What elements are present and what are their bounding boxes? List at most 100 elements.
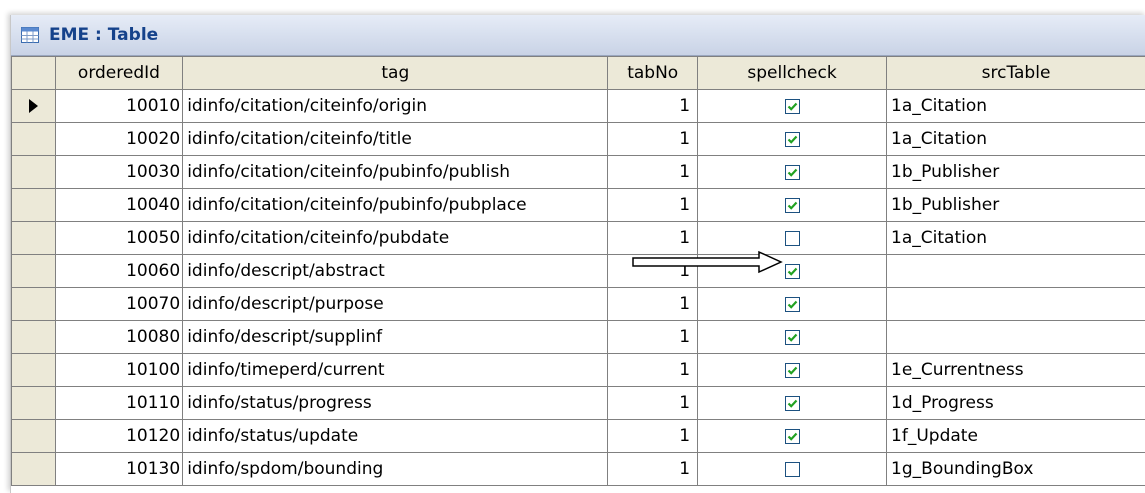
table-window: EME : Table orderedId tag tabNo spellche… bbox=[10, 15, 1145, 493]
table-row[interactable]: 10040 idinfo/citation/citeinfo/pubinfo/pu… bbox=[11, 188, 1145, 222]
spellcheck-checkbox[interactable] bbox=[784, 461, 800, 477]
spellcheck-checkbox[interactable] bbox=[784, 296, 800, 312]
record-selector[interactable] bbox=[11, 419, 56, 453]
table-row[interactable]: 10030 idinfo/citation/citeinfo/pubinfo/pu… bbox=[11, 155, 1145, 189]
column-header-tabNo[interactable]: tabNo bbox=[607, 56, 699, 90]
cell-tag[interactable]: idinfo/citation/citeinfo/pubinfo/pubplac… bbox=[182, 188, 609, 222]
column-header-spellcheck[interactable]: spellcheck bbox=[697, 56, 888, 90]
cell-tag[interactable]: idinfo/spdom/bounding bbox=[182, 452, 609, 486]
record-selector[interactable] bbox=[11, 155, 56, 189]
cell-tag[interactable]: idinfo/descript/purpose bbox=[182, 287, 609, 321]
record-selector[interactable] bbox=[11, 287, 56, 321]
table-row[interactable]: 10070 idinfo/descript/purpose 1 bbox=[11, 287, 1145, 321]
cell-srcTable[interactable] bbox=[886, 320, 1145, 354]
cell-srcTable[interactable]: 1g_BoundingBox bbox=[886, 452, 1145, 486]
record-selector[interactable] bbox=[11, 221, 56, 255]
cell-srcTable[interactable]: 1f_Update bbox=[886, 419, 1145, 453]
record-selector[interactable] bbox=[11, 89, 56, 123]
cell-tag[interactable]: idinfo/status/update bbox=[182, 419, 609, 453]
cell-orderedId[interactable]: 10020 bbox=[54, 122, 184, 156]
cell-tag[interactable]: idinfo/timeperd/current bbox=[182, 353, 609, 387]
table-row[interactable]: 10110 idinfo/status/progress 1 1d_Progress bbox=[11, 386, 1145, 420]
cell-tag[interactable]: idinfo/citation/citeinfo/pubinfo/publish bbox=[182, 155, 609, 189]
cell-tabNo[interactable]: 1 bbox=[607, 287, 699, 321]
cell-srcTable[interactable] bbox=[886, 287, 1145, 321]
cell-orderedId[interactable]: 10130 bbox=[54, 452, 184, 486]
cell-tabNo[interactable]: 1 bbox=[607, 353, 699, 387]
cell-tabNo[interactable]: 1 bbox=[607, 89, 699, 123]
cell-srcTable[interactable]: 1b_Publisher bbox=[886, 155, 1145, 189]
spellcheck-checkbox[interactable] bbox=[784, 263, 800, 279]
spellcheck-checkbox[interactable] bbox=[784, 329, 800, 345]
cell-orderedId[interactable]: 10030 bbox=[54, 155, 184, 189]
cell-tabNo[interactable]: 1 bbox=[607, 254, 699, 288]
cell-srcTable[interactable]: 1e_Currentness bbox=[886, 353, 1145, 387]
cell-tag[interactable]: idinfo/descript/abstract bbox=[182, 254, 609, 288]
table-row[interactable]: 10130 idinfo/spdom/bounding 1 1g_BoundingBo… bbox=[11, 452, 1145, 486]
cell-orderedId[interactable]: 10060 bbox=[54, 254, 184, 288]
cell-spellcheck bbox=[697, 188, 888, 222]
cell-tag[interactable]: idinfo/status/progress bbox=[182, 386, 609, 420]
spellcheck-checkbox[interactable] bbox=[784, 230, 800, 246]
cell-srcTable[interactable]: 1a_Citation bbox=[886, 122, 1145, 156]
cell-tabNo[interactable]: 1 bbox=[607, 419, 699, 453]
cell-orderedId[interactable]: 10050 bbox=[54, 221, 184, 255]
table-row[interactable]: 10060 idinfo/descript/abstract 1 bbox=[11, 254, 1145, 288]
datasheet-grid: orderedId tag tabNo spellcheck srcTable … bbox=[11, 56, 1145, 493]
record-selector[interactable] bbox=[11, 122, 56, 156]
cell-spellcheck bbox=[697, 221, 888, 255]
table-row[interactable]: 10120 idinfo/status/update 1 1f_Update bbox=[11, 419, 1145, 453]
cell-orderedId[interactable]: 10100 bbox=[54, 353, 184, 387]
column-header-srcTable[interactable]: srcTable bbox=[886, 56, 1145, 90]
cell-srcTable[interactable]: 1b_Publisher bbox=[886, 188, 1145, 222]
cell-spellcheck bbox=[697, 122, 888, 156]
cell-orderedId[interactable]: 10010 bbox=[54, 89, 184, 123]
cell-orderedId[interactable]: 10110 bbox=[54, 386, 184, 420]
select-all-corner[interactable] bbox=[11, 56, 56, 90]
cell-tag[interactable]: idinfo/citation/citeinfo/origin bbox=[182, 89, 609, 123]
table-row[interactable]: 10080 idinfo/descript/supplinf 1 bbox=[11, 320, 1145, 354]
cell-orderedId[interactable]: 10070 bbox=[54, 287, 184, 321]
cell-spellcheck bbox=[697, 419, 888, 453]
spellcheck-checkbox[interactable] bbox=[784, 428, 800, 444]
cell-tabNo[interactable]: 1 bbox=[607, 188, 699, 222]
table-icon bbox=[21, 27, 39, 43]
spellcheck-checkbox[interactable] bbox=[784, 131, 800, 147]
cell-tag[interactable]: idinfo/citation/citeinfo/pubdate bbox=[182, 221, 609, 255]
spellcheck-checkbox[interactable] bbox=[784, 395, 800, 411]
table-row[interactable]: 10010 idinfo/citation/citeinfo/origin 1 1a_… bbox=[11, 89, 1145, 123]
cell-srcTable[interactable]: 1a_Citation bbox=[886, 221, 1145, 255]
cell-tabNo[interactable]: 1 bbox=[607, 452, 699, 486]
title-bar[interactable]: EME : Table bbox=[11, 15, 1145, 56]
cell-tabNo[interactable]: 1 bbox=[607, 320, 699, 354]
cell-tabNo[interactable]: 1 bbox=[607, 386, 699, 420]
cell-srcTable[interactable]: 1a_Citation bbox=[886, 89, 1145, 123]
record-selector[interactable] bbox=[11, 386, 56, 420]
cell-tabNo[interactable]: 1 bbox=[607, 155, 699, 189]
cell-srcTable[interactable] bbox=[886, 254, 1145, 288]
cell-spellcheck bbox=[697, 320, 888, 354]
spellcheck-checkbox[interactable] bbox=[784, 98, 800, 114]
table-row[interactable]: 10050 idinfo/citation/citeinfo/pubdate 1 1a… bbox=[11, 221, 1145, 255]
record-selector[interactable] bbox=[11, 353, 56, 387]
spellcheck-checkbox[interactable] bbox=[784, 164, 800, 180]
table-row[interactable]: 10020 idinfo/citation/citeinfo/title 1 1a_C… bbox=[11, 122, 1145, 156]
cell-tag[interactable]: idinfo/citation/citeinfo/title bbox=[182, 122, 609, 156]
table-row[interactable]: 10100 idinfo/timeperd/current 1 1e_Currentn… bbox=[11, 353, 1145, 387]
spellcheck-checkbox[interactable] bbox=[784, 197, 800, 213]
cell-tabNo[interactable]: 1 bbox=[607, 122, 699, 156]
spellcheck-checkbox[interactable] bbox=[784, 362, 800, 378]
column-header-orderedId[interactable]: orderedId bbox=[54, 56, 184, 90]
cell-srcTable[interactable]: 1d_Progress bbox=[886, 386, 1145, 420]
datasheet-table: orderedId tag tabNo spellcheck srcTable … bbox=[11, 56, 1145, 486]
column-header-tag[interactable]: tag bbox=[182, 56, 609, 90]
cell-tag[interactable]: idinfo/descript/supplinf bbox=[182, 320, 609, 354]
cell-orderedId[interactable]: 10120 bbox=[54, 419, 184, 453]
cell-tabNo[interactable]: 1 bbox=[607, 221, 699, 255]
record-selector[interactable] bbox=[11, 452, 56, 486]
record-selector[interactable] bbox=[11, 320, 56, 354]
record-selector[interactable] bbox=[11, 188, 56, 222]
cell-orderedId[interactable]: 10040 bbox=[54, 188, 184, 222]
cell-orderedId[interactable]: 10080 bbox=[54, 320, 184, 354]
record-selector[interactable] bbox=[11, 254, 56, 288]
